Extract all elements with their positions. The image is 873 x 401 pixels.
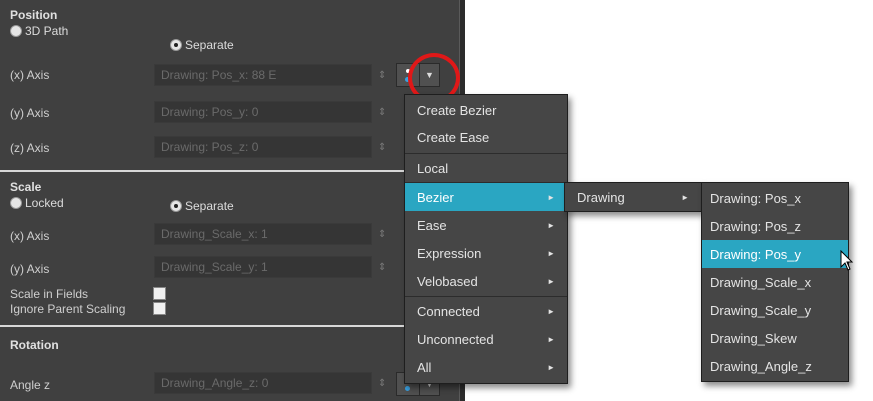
function-item-skew[interactable]: Drawing_Skew (702, 324, 848, 352)
menu-item-all[interactable]: All ► (405, 353, 567, 381)
submenu-arrow-icon: ► (547, 220, 555, 230)
submenu-arrow-icon: ► (547, 192, 555, 202)
function-item-scale-y[interactable]: Drawing_Scale_y (702, 296, 848, 324)
menu-item-ease[interactable]: Ease ► (405, 211, 567, 239)
radio-selected-icon (170, 200, 182, 212)
function-item-pos-y[interactable]: Drawing: Pos_y (702, 240, 848, 268)
pos-z-spinner[interactable]: ⇕ (378, 142, 386, 153)
function-item-pos-z[interactable]: Drawing: Pos_z (702, 212, 848, 240)
function-item-pos-x[interactable]: Drawing: Pos_x (702, 184, 848, 212)
menu-item-expression-label: Expression (417, 245, 482, 261)
menu-item-unconnected-label: Unconnected (417, 331, 494, 347)
mouse-cursor-icon (840, 250, 854, 271)
scale-y-spinner[interactable]: ⇕ (378, 262, 386, 273)
position-section-title: Position (10, 8, 58, 22)
radio-separate-position[interactable]: Separate (170, 38, 234, 52)
submenu-arrow-icon: ► (547, 334, 555, 344)
radio-selected-icon (170, 39, 182, 51)
section-divider (0, 170, 454, 172)
scale-x-label: (x) Axis (10, 229, 50, 243)
radio-icon (10, 197, 22, 209)
scale-x-field[interactable]: Drawing_Scale_x: 1 (154, 223, 372, 245)
scale-in-fields-checkbox[interactable] (153, 287, 166, 300)
pos-x-spinner[interactable]: ⇕ (378, 70, 386, 81)
menu-item-connected-label: Connected (417, 303, 480, 319)
drawing-functions-submenu: Drawing: Pos_x Drawing: Pos_z Drawing: P… (701, 182, 849, 382)
menu-item-expression[interactable]: Expression ► (405, 239, 567, 267)
radio-3d-path-label: 3D Path (25, 24, 69, 38)
ignore-parent-scaling-checkbox[interactable] (153, 302, 166, 315)
layer-properties-panel: Position 3D Path Separate (x) Axis Drawi… (0, 0, 459, 401)
menu-item-connected[interactable]: Connected ► (405, 297, 567, 325)
scale-in-fields-label: Scale in Fields (10, 287, 89, 301)
angle-z-spinner[interactable]: ⇕ (378, 378, 386, 389)
submenu-item-drawing[interactable]: Drawing ► (565, 183, 701, 211)
pos-z-field[interactable]: Drawing: Pos_z: 0 (154, 136, 372, 158)
menu-item-create-bezier[interactable]: Create Bezier (405, 96, 567, 124)
menu-item-unconnected[interactable]: Unconnected ► (405, 325, 567, 353)
menu-item-all-label: All (417, 359, 432, 375)
ignore-parent-scaling-label: Ignore Parent Scaling (10, 302, 126, 316)
radio-separate-scale-label: Separate (185, 199, 234, 213)
submenu-arrow-icon: ► (547, 362, 555, 372)
function-item-angle-z[interactable]: Drawing_Angle_z (702, 352, 848, 380)
menu-item-ease-label: Ease (417, 217, 447, 233)
pos-z-label: (z) Axis (10, 141, 50, 155)
bezier-submenu: Drawing ► (564, 182, 702, 212)
pos-y-spinner[interactable]: ⇕ (378, 107, 386, 118)
radio-3d-path[interactable]: 3D Path (10, 24, 68, 38)
radio-separate-label: Separate (185, 38, 234, 52)
menu-item-create-ease[interactable]: Create Ease (405, 123, 567, 151)
menu-item-bezier[interactable]: Bezier ► (405, 183, 567, 211)
radio-locked[interactable]: Locked (10, 196, 64, 210)
scale-y-label: (y) Axis (10, 262, 50, 276)
scale-y-field[interactable]: Drawing_Scale_y: 1 (154, 256, 372, 278)
section-divider (0, 325, 454, 327)
pos-x-label: (x) Axis (10, 68, 50, 82)
radio-separate-scale[interactable]: Separate (170, 199, 234, 213)
pos-y-label: (y) Axis (10, 106, 50, 120)
submenu-arrow-icon: ► (547, 276, 555, 286)
menu-item-bezier-label: Bezier (417, 189, 454, 205)
submenu-arrow-icon: ► (547, 306, 555, 316)
angle-z-field[interactable]: Drawing_Angle_z: 0 (154, 372, 372, 394)
scale-x-spinner[interactable]: ⇕ (378, 229, 386, 240)
function-context-menu: Create Bezier Create Ease Local Bezier ►… (404, 94, 568, 384)
pos-y-field[interactable]: Drawing: Pos_y: 0 (154, 101, 372, 123)
scale-section-title: Scale (10, 180, 42, 194)
menu-item-local[interactable]: Local (405, 154, 567, 182)
submenu-arrow-icon: ► (681, 192, 689, 202)
rotation-section-title: Rotation (10, 338, 59, 352)
radio-icon (10, 25, 22, 37)
angle-z-label: Angle z (10, 378, 51, 392)
pos-x-field[interactable]: Drawing: Pos_x: 88 E (154, 64, 372, 86)
submenu-arrow-icon: ► (547, 248, 555, 258)
menu-item-velobased-label: Velobased (417, 273, 478, 289)
submenu-item-drawing-label: Drawing (577, 189, 625, 205)
radio-locked-label: Locked (25, 196, 64, 210)
function-item-scale-x[interactable]: Drawing_Scale_x (702, 268, 848, 296)
menu-item-velobased[interactable]: Velobased ► (405, 267, 567, 295)
